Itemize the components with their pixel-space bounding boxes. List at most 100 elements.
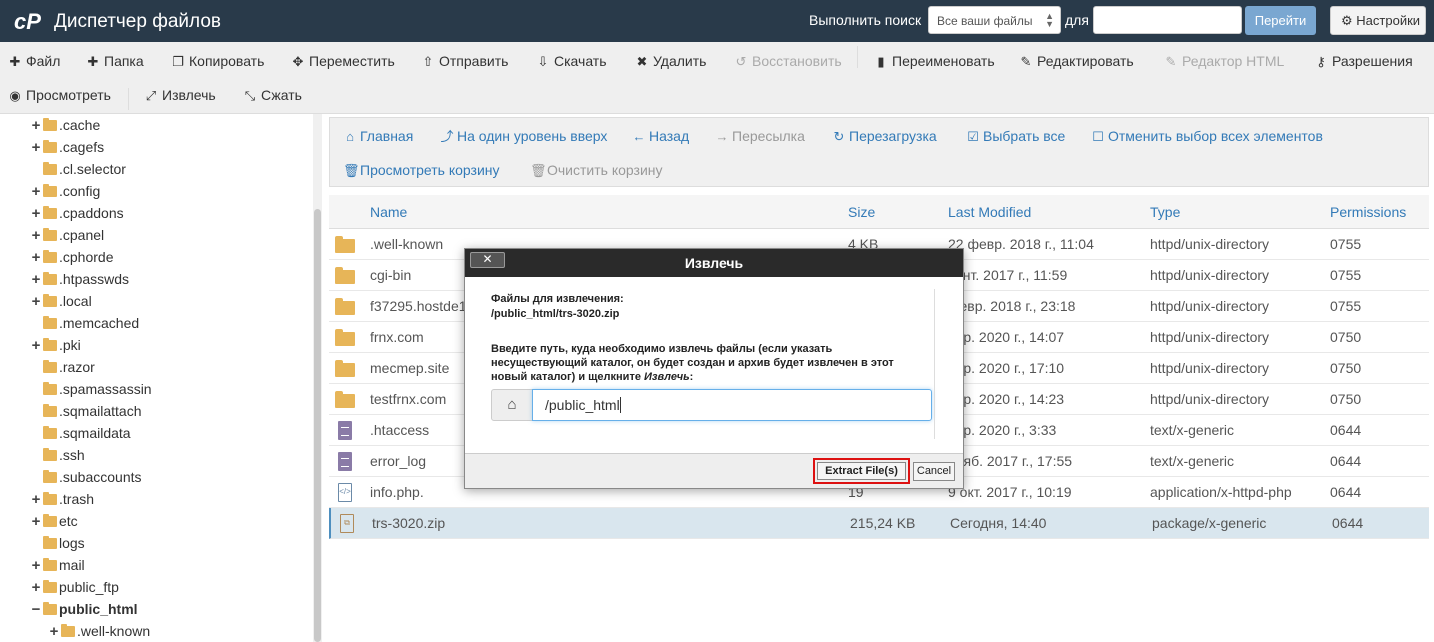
expand-icon[interactable]: + xyxy=(30,225,42,247)
view-button[interactable]: ◉ Просмотреть xyxy=(8,84,111,106)
expand-icon[interactable]: + xyxy=(30,269,42,291)
dialog-scrollbar[interactable] xyxy=(934,289,946,439)
file-table-header: Name Size Last Modified Type Permissions xyxy=(329,195,1429,229)
tree-item[interactable]: + public_ftp xyxy=(30,576,119,598)
rename-button[interactable]: ▮ Переименовать xyxy=(874,50,995,72)
tree-item[interactable]: .spamassassin xyxy=(30,378,152,400)
key-icon: ⚷ xyxy=(1316,54,1326,69)
expand-icon[interactable]: + xyxy=(30,247,42,269)
expand-icon[interactable]: + xyxy=(30,291,42,313)
download-button[interactable]: ⇩ Скачать xyxy=(536,50,607,72)
expand-icon[interactable]: + xyxy=(30,137,42,159)
tree-item[interactable]: + mail xyxy=(30,554,85,576)
tree-item[interactable]: .ssh xyxy=(30,444,85,466)
refresh-icon: ↻ xyxy=(833,129,845,144)
new-file-button[interactable]: ✚ Файл xyxy=(8,50,61,72)
scrollbar-thumb[interactable] xyxy=(314,209,321,642)
column-modified[interactable]: Last Modified xyxy=(948,204,1031,220)
expand-icon[interactable]: + xyxy=(30,181,42,203)
cell-perms: 0750 xyxy=(1330,329,1362,345)
cell-perms: 0644 xyxy=(1330,422,1362,438)
tree-item[interactable]: + .cache xyxy=(30,114,101,137)
search-input[interactable] xyxy=(1093,6,1242,34)
reload-button[interactable]: ↻ Перезагрузка xyxy=(832,126,937,146)
expand-icon[interactable]: + xyxy=(30,577,42,599)
sidebar-scrollbar[interactable] xyxy=(313,114,322,642)
tree-item[interactable]: − public_html xyxy=(30,598,138,620)
extract-path-input[interactable]: /public_html xyxy=(532,389,932,421)
html-editor-button[interactable]: ✎ Редактор HTML xyxy=(1164,50,1285,72)
compress-button[interactable]: ⤡ Сжать xyxy=(243,84,302,106)
tree-item[interactable]: + .cphorde xyxy=(30,246,114,269)
select-all-button[interactable]: ☑ Выбрать все xyxy=(966,126,1065,146)
tree-item[interactable]: logs xyxy=(30,532,85,554)
tree-item[interactable]: .sqmailattach xyxy=(30,400,141,422)
expand-icon[interactable]: + xyxy=(30,115,42,137)
folder-tree: + .cache + .cagefs .cl.selector + .config + .cpa… xyxy=(0,114,322,642)
tree-item[interactable]: + .well-known xyxy=(48,620,151,642)
search-scope-select[interactable]: Все ваши файлы ▲ ▼ xyxy=(928,6,1061,34)
tree-item-label: .htpasswds xyxy=(59,271,130,287)
delete-button[interactable]: ✖ Удалить xyxy=(635,50,707,72)
back-button[interactable]: ← Назад xyxy=(632,126,690,146)
extract-button[interactable]: ⤢ Извлечь xyxy=(144,84,216,106)
tree-item[interactable]: + .cpaddons xyxy=(30,202,124,224)
column-type[interactable]: Type xyxy=(1150,204,1180,220)
new-folder-button[interactable]: ✚ Папка xyxy=(86,50,144,72)
expand-icon[interactable]: + xyxy=(48,621,60,642)
rename-label: Переименовать xyxy=(892,53,995,69)
tree-item[interactable]: .razor xyxy=(30,356,95,378)
forward-button[interactable]: → Пересылка xyxy=(715,126,805,146)
settings-button[interactable]: ⚙ Настройки xyxy=(1330,6,1426,35)
expand-icon[interactable]: + xyxy=(30,511,42,533)
go-button[interactable]: Перейти xyxy=(1245,6,1316,35)
column-permissions[interactable]: Permissions xyxy=(1330,204,1406,220)
tree-item[interactable]: + .local xyxy=(30,290,92,312)
tree-item[interactable]: + .pki xyxy=(30,334,81,356)
up-level-button[interactable]: ⤴ На один уровень вверх xyxy=(440,126,607,146)
pencil-icon: ✎ xyxy=(1020,54,1032,69)
edit-button[interactable]: ✎ Редактировать xyxy=(1019,50,1134,72)
cell-name: .htaccess xyxy=(370,422,430,438)
tree-item-label: .sqmailattach xyxy=(59,403,142,419)
cancel-button[interactable]: Cancel xyxy=(913,462,955,481)
tree-item[interactable]: + etc xyxy=(30,510,78,532)
html-editor-label: Редактор HTML xyxy=(1182,53,1285,69)
tree-item[interactable]: + .cagefs xyxy=(30,136,105,159)
tree-item[interactable]: .memcached xyxy=(30,312,139,334)
column-name[interactable]: Name xyxy=(370,204,407,220)
cell-modified: апр. 2020 г., 17:10 xyxy=(948,360,1065,376)
permissions-button[interactable]: ⚷ Разрешения xyxy=(1314,50,1412,72)
tree-item[interactable]: + .trash xyxy=(30,488,94,510)
expand-icon[interactable]: + xyxy=(30,489,42,511)
archive-file-icon: ⧉ xyxy=(340,514,354,533)
restore-button[interactable]: ↺ Восстановить xyxy=(734,50,842,72)
expand-icon[interactable]: + xyxy=(30,335,42,357)
search-for-label: для xyxy=(1065,12,1089,28)
tree-item[interactable]: .cl.selector xyxy=(30,158,126,180)
tree-item[interactable]: .sqmaildata xyxy=(30,422,131,444)
folder-icon xyxy=(335,298,355,315)
cell-name: info.php. xyxy=(370,484,424,500)
cell-type: httpd/unix-directory xyxy=(1150,329,1270,345)
expand-icon[interactable]: + xyxy=(30,555,42,577)
extract-files-button[interactable]: Extract File(s) xyxy=(817,462,906,480)
deselect-all-button[interactable]: ☐ Отменить выбор всех элементов xyxy=(1091,126,1323,146)
upload-button[interactable]: ⇧ Отправить xyxy=(421,50,509,72)
tree-item[interactable]: + .htpasswds xyxy=(30,268,129,290)
folder-icon xyxy=(43,536,57,549)
undo-icon: ↺ xyxy=(735,54,747,69)
tree-item[interactable]: + .cpanel xyxy=(30,224,105,247)
tree-item[interactable]: + .config xyxy=(30,180,101,203)
collapse-icon[interactable]: − xyxy=(30,599,42,621)
empty-trash-button[interactable]: 🗑Очистить корзину xyxy=(530,160,663,180)
view-trash-button[interactable]: 🗑Просмотреть корзину xyxy=(343,160,500,180)
column-size[interactable]: Size xyxy=(848,204,875,220)
copy-button[interactable]: ❐ Копировать xyxy=(171,50,264,72)
home-button[interactable]: ⌂ Главная xyxy=(343,126,413,146)
folder-icon xyxy=(335,391,355,408)
expand-icon[interactable]: + xyxy=(30,203,42,225)
move-button[interactable]: ✥ Переместить xyxy=(291,50,395,72)
tree-item[interactable]: .subaccounts xyxy=(30,466,142,488)
table-row[interactable]: ⧉ trs-3020.zip 215,24 KB Сегодня, 14:40 pack… xyxy=(329,508,1429,539)
